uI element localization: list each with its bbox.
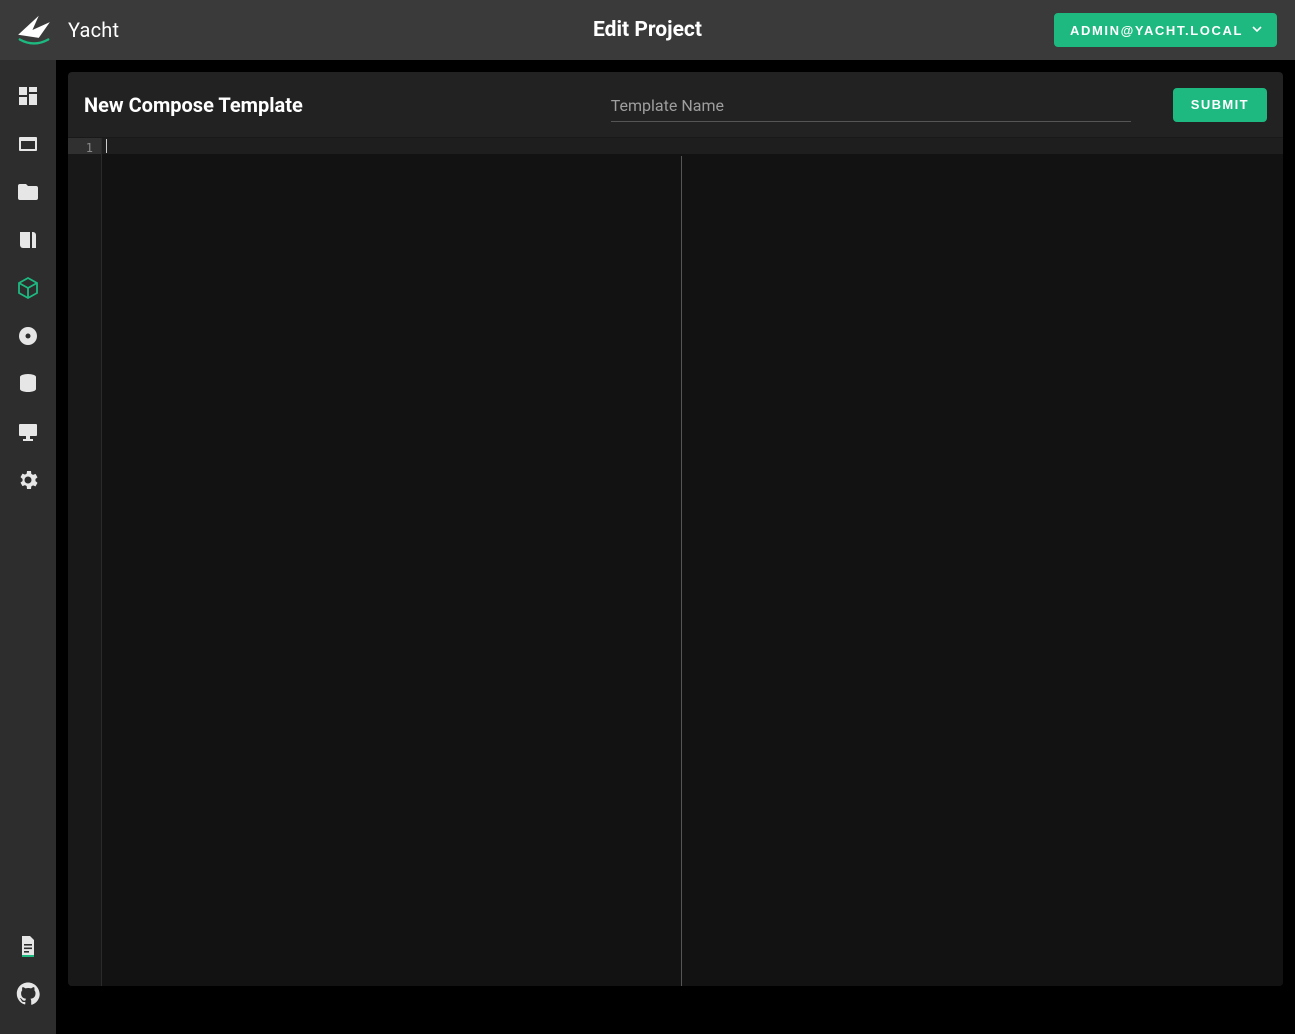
editor-ruler [681,156,682,986]
sidebar-item-settings[interactable] [0,458,56,506]
disc-icon [16,324,40,352]
yacht-logo-icon [14,10,54,50]
sidebar-item-dashboard[interactable] [0,74,56,122]
monitor-icon [16,420,40,448]
user-menu-button[interactable]: ADMIN@YACHT.LOCAL [1054,13,1277,47]
folder-icon [16,180,40,208]
brand[interactable]: Yacht [14,10,119,50]
sidebar-item-images[interactable] [0,314,56,362]
cube-icon [16,276,40,304]
brand-name: Yacht [68,18,119,42]
template-name-input[interactable] [611,88,1131,122]
submit-button[interactable]: SUBMIT [1173,88,1267,122]
sidebar-item-projects[interactable] [0,266,56,314]
app-bar: Yacht Edit Project ADMIN@YACHT.LOCAL [0,0,1295,60]
card-title: New Compose Template [84,93,303,117]
dashboard-icon [16,84,40,112]
chevron-down-icon [1249,21,1265,40]
editor-pane[interactable] [102,138,1283,986]
sidebar-item-volumes[interactable] [0,362,56,410]
sidebar [0,60,56,1034]
code-editor[interactable]: 1 [68,138,1283,986]
book-icon [16,228,40,256]
card-header: New Compose Template SUBMIT [68,72,1283,138]
sidebar-item-applications[interactable] [0,122,56,170]
editor-gutter: 1 [68,138,102,986]
editor-cursor [106,139,107,153]
github-icon [16,982,40,1010]
sidebar-item-networks[interactable] [0,410,56,458]
sidebar-item-github[interactable] [0,972,56,1020]
page-title: Edit Project [593,18,702,42]
database-icon [16,372,40,400]
sidebar-item-resources[interactable] [0,218,56,266]
user-menu-label: ADMIN@YACHT.LOCAL [1070,23,1243,38]
sidebar-item-docs[interactable] [0,924,56,972]
compose-card: New Compose Template SUBMIT 1 [68,72,1283,986]
gear-icon [16,468,40,496]
main-content: New Compose Template SUBMIT 1 [56,60,1295,1034]
sidebar-item-templates[interactable] [0,170,56,218]
document-icon [16,934,40,962]
window-icon [16,132,40,160]
template-name-field [611,88,1131,122]
line-number: 1 [68,140,93,156]
